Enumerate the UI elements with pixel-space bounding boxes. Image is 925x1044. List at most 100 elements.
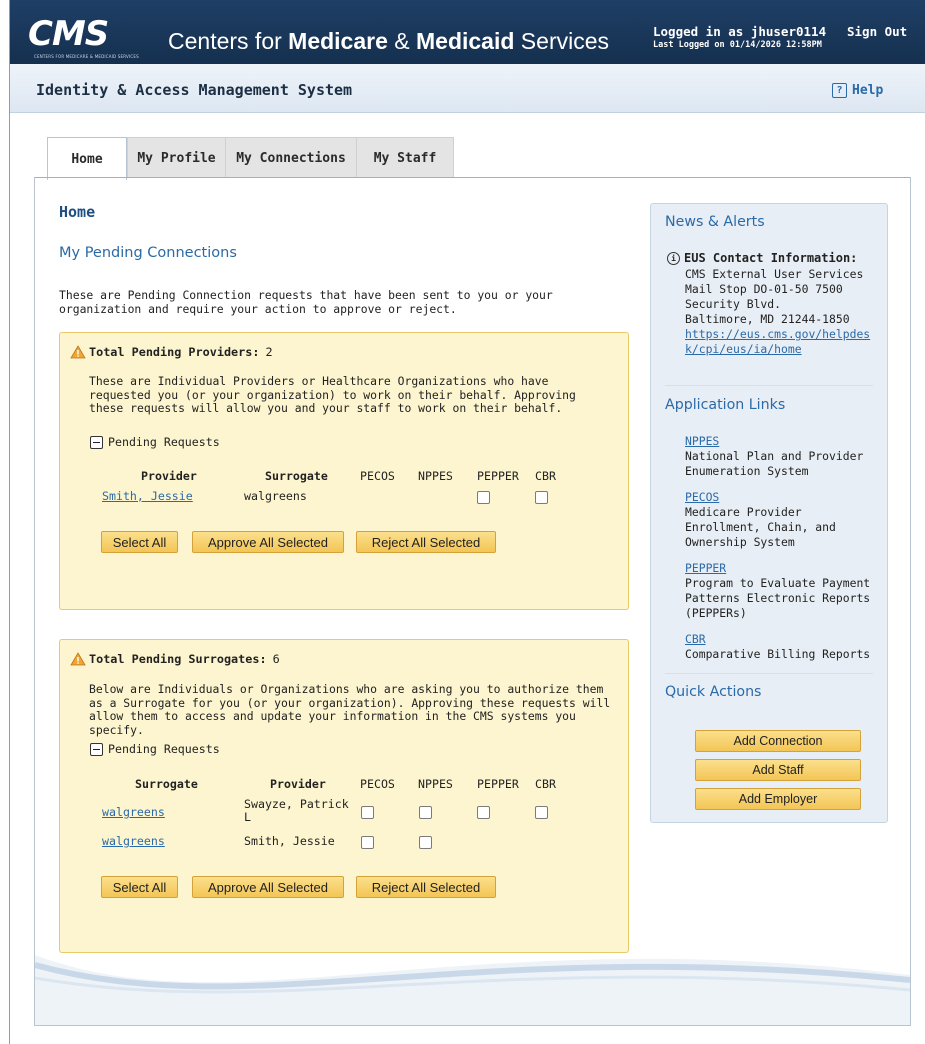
- surrogate-link[interactable]: walgreens: [102, 835, 165, 848]
- reject-all-selected-button[interactable]: Reject All Selected: [356, 531, 496, 553]
- approve-all-selected-button[interactable]: Approve All Selected: [192, 876, 344, 898]
- pending-requests-toggle[interactable]: Pending Requests: [90, 435, 220, 449]
- pepper-description: Program to Evaluate Payment Patterns Ele…: [685, 576, 871, 620]
- app-link-pecos: PECOS Medicare Provider Enrollment, Chai…: [685, 490, 881, 550]
- select-all-button[interactable]: Select All: [101, 531, 178, 553]
- login-info: Logged in as jhuser0114 Last Logged on 0…: [653, 24, 826, 50]
- nppes-checkbox[interactable]: [419, 836, 432, 849]
- reject-all-selected-button[interactable]: Reject All Selected: [356, 876, 496, 898]
- col-header-nppes: NPPES: [418, 777, 453, 791]
- pending-surrogates-panel: Total Pending Surrogates: 6 Below are In…: [59, 639, 629, 953]
- cms-logo-mark: CMS: [28, 14, 109, 54]
- pecos-checkbox[interactable]: [361, 806, 374, 819]
- cbr-checkbox[interactable]: [535, 806, 548, 819]
- pepper-checkbox[interactable]: [477, 806, 490, 819]
- system-bar: Identity & Access Management System ? He…: [10, 64, 925, 113]
- quick-actions-title: Quick Actions: [665, 684, 762, 700]
- application-links-title: Application Links: [665, 397, 786, 413]
- approve-all-selected-button[interactable]: Approve All Selected: [192, 531, 344, 553]
- content-border: [34, 1025, 911, 1026]
- collapse-icon: [90, 742, 103, 756]
- content-border: [910, 177, 911, 1026]
- cms-logo-subtext: CENTERS FOR MEDICARE & MEDICAID SERVICES: [34, 54, 139, 59]
- col-header-surrogate: Surrogate: [135, 777, 198, 791]
- nppes-checkbox[interactable]: [419, 806, 432, 819]
- pending-surrogates-description: Below are Individuals or Organizations w…: [89, 682, 611, 737]
- tab-my-connections[interactable]: My Connections: [226, 137, 357, 178]
- pending-connections-title: My Pending Connections: [59, 245, 237, 261]
- select-all-button[interactable]: Select All: [101, 876, 178, 898]
- col-header-pepper: PEPPER: [477, 777, 519, 791]
- pending-requests-label: Pending Requests: [108, 742, 220, 756]
- provider-link[interactable]: Smith, Jessie: [102, 490, 193, 503]
- help-icon: ?: [832, 83, 847, 98]
- surrogate-link[interactable]: walgreens: [102, 806, 165, 819]
- news-alerts-title: News & Alerts: [665, 214, 765, 230]
- col-header-pecos: PECOS: [360, 777, 395, 791]
- provider-name: Swayze, Patrick L: [244, 798, 349, 824]
- nppes-link[interactable]: NPPES: [685, 434, 881, 449]
- col-header-cbr: CBR: [535, 777, 556, 791]
- add-staff-button[interactable]: Add Staff: [695, 759, 861, 781]
- help-link[interactable]: ? Help: [832, 83, 883, 98]
- pending-surrogates-heading: Total Pending Surrogates: 6: [70, 652, 280, 666]
- eus-line: Security Blvd.: [685, 297, 782, 311]
- pecos-link[interactable]: PECOS: [685, 490, 881, 505]
- pecos-description: Medicare Provider Enrollment, Chain, and…: [685, 505, 836, 549]
- last-logged-on: Last Logged on 01/14/2026 12:58PM: [653, 40, 822, 50]
- pending-providers-panel: Total Pending Providers: 2 These are Ind…: [59, 332, 629, 610]
- pecos-checkbox[interactable]: [361, 836, 374, 849]
- pending-requests-toggle[interactable]: Pending Requests: [90, 742, 220, 756]
- app-link-nppes: NPPES National Plan and Provider Enumera…: [685, 434, 881, 479]
- pending-providers-heading: Total Pending Providers: 2: [70, 345, 273, 359]
- pending-connections-intro: These are Pending Connection requests th…: [59, 288, 553, 316]
- page-title: Home: [59, 203, 96, 221]
- help-label: Help: [852, 83, 884, 98]
- pending-requests-label: Pending Requests: [108, 435, 220, 449]
- sidebar: News & Alerts i EUS Contact Information:…: [650, 203, 888, 823]
- pending-surrogates-label: Total Pending Surrogates:: [89, 652, 267, 666]
- site-title-part: Centers for: [168, 28, 289, 54]
- pepper-checkbox[interactable]: [477, 491, 490, 504]
- pending-surrogates-count: 6: [272, 652, 280, 666]
- cms-logo[interactable]: CMS CENTERS FOR MEDICARE & MEDICAID SERV…: [28, 14, 158, 59]
- pending-providers-count: 2: [265, 345, 273, 359]
- cbr-checkbox[interactable]: [535, 491, 548, 504]
- pepper-link[interactable]: PEPPER: [685, 561, 881, 576]
- site-title: Centers for Medicare & Medicaid Services: [168, 28, 609, 55]
- tab-my-profile[interactable]: My Profile: [127, 137, 226, 178]
- eus-contact-label: EUS Contact Information:: [684, 251, 858, 265]
- content-border: [34, 177, 35, 1026]
- sidebar-divider: [665, 673, 873, 674]
- main-tabs: Home My Profile My Connections My Staff: [47, 137, 454, 180]
- app-link-pepper: PEPPER Program to Evaluate Payment Patte…: [685, 561, 881, 621]
- add-employer-button[interactable]: Add Employer: [695, 788, 861, 810]
- surrogate-name: walgreens: [244, 489, 307, 503]
- eus-line: Mail Stop DO-01-50 7500: [685, 282, 843, 296]
- app-link-cbr: CBR Comparative Billing Reports: [685, 632, 881, 662]
- col-header-provider: Provider: [141, 469, 197, 483]
- eus-contact-heading: i EUS Contact Information:: [667, 251, 857, 265]
- col-header-nppes: NPPES: [418, 469, 453, 483]
- eus-line: Baltimore, MD 21244-1850: [685, 312, 850, 326]
- tab-home[interactable]: Home: [47, 137, 127, 180]
- warning-icon: [70, 652, 86, 666]
- warning-icon: [70, 345, 86, 359]
- provider-name-line: Swayze, Patrick: [244, 797, 349, 811]
- sign-out-link[interactable]: Sign Out: [847, 24, 907, 39]
- add-connection-button[interactable]: Add Connection: [695, 730, 861, 752]
- col-header-pecos: PECOS: [360, 469, 395, 483]
- cbr-link[interactable]: CBR: [685, 632, 881, 647]
- sidebar-divider: [665, 385, 873, 386]
- info-icon: i: [667, 251, 680, 265]
- cbr-description: Comparative Billing Reports: [685, 647, 871, 661]
- eus-helpdesk-link[interactable]: https://eus.cms.gov/helpdesk/cpi/eus/ia/…: [685, 327, 881, 357]
- site-title-medicare: Medicare: [288, 28, 388, 54]
- tab-my-staff[interactable]: My Staff: [357, 137, 454, 178]
- pending-providers-label: Total Pending Providers:: [89, 345, 260, 359]
- provider-name-line: L: [244, 810, 251, 824]
- collapse-icon: [90, 435, 103, 449]
- site-title-part: Services: [514, 28, 610, 54]
- window-left-border: [9, 0, 10, 1044]
- eus-line: CMS External User Services: [685, 267, 864, 281]
